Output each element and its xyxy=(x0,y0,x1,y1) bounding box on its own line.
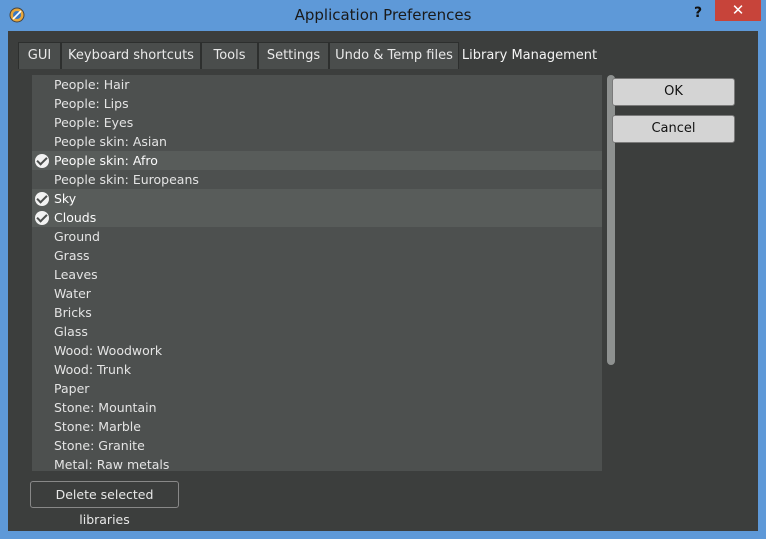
library-item-label: Stone: Granite xyxy=(54,438,145,453)
library-item-label: People skin: Asian xyxy=(54,134,167,149)
library-item[interactable]: Grass xyxy=(32,246,602,265)
library-item[interactable]: Clouds xyxy=(32,208,602,227)
library-item[interactable]: People skin: Asian xyxy=(32,132,602,151)
library-item-label: Sky xyxy=(54,191,77,206)
library-item-label: Stone: Mountain xyxy=(54,400,157,415)
library-list[interactable]: People: Hair People: Lips People: Eyes Peop… xyxy=(32,75,602,471)
library-item[interactable]: People: Hair xyxy=(32,75,602,94)
library-item[interactable]: Leaves xyxy=(32,265,602,284)
window-title: Application Preferences xyxy=(294,6,472,24)
library-item[interactable]: People: Eyes xyxy=(32,113,602,132)
tab-tools[interactable]: Tools xyxy=(201,42,258,69)
library-item-label: Glass xyxy=(54,324,88,339)
help-button[interactable]: ? xyxy=(686,3,710,23)
library-item[interactable]: Stone: Granite xyxy=(32,436,602,455)
library-item-label: People: Hair xyxy=(54,77,130,92)
dialog-body: GUI Keyboard shortcuts Tools Settings Un… xyxy=(8,31,758,531)
library-item[interactable]: Stone: Marble xyxy=(32,417,602,436)
library-item[interactable]: Wood: Woodwork xyxy=(32,341,602,360)
close-button[interactable]: ✕ xyxy=(715,0,761,21)
library-item-label: Wood: Trunk xyxy=(54,362,132,377)
library-item[interactable]: Water xyxy=(32,284,602,303)
library-item[interactable]: Sky xyxy=(32,189,602,208)
library-item-label: Water xyxy=(54,286,91,301)
preferences-window: Application Preferences ? ✕ GUI Keyboard… xyxy=(0,0,766,539)
library-item-label: Stone: Marble xyxy=(54,419,141,434)
library-item-label: Ground xyxy=(54,229,100,244)
checkmark-icon[interactable] xyxy=(35,192,49,206)
library-item[interactable]: People: Lips xyxy=(32,94,602,113)
library-item[interactable]: Bricks xyxy=(32,303,602,322)
library-item-label: Grass xyxy=(54,248,90,263)
delete-selected-libraries-button[interactable]: Delete selected libraries xyxy=(30,481,179,527)
library-item-label: Wood: Woodwork xyxy=(54,343,163,358)
library-item-label: People: Lips xyxy=(54,96,129,111)
library-item[interactable]: Paper xyxy=(32,379,602,398)
library-item-label: Clouds xyxy=(54,210,97,225)
library-item-label: Metal: Raw metals xyxy=(54,457,170,471)
library-item[interactable]: Glass xyxy=(32,322,602,341)
library-item-label: Bricks xyxy=(54,305,92,320)
library-item[interactable]: Wood: Trunk xyxy=(32,360,602,379)
tab-gui[interactable]: GUI xyxy=(18,42,61,69)
library-item-label: People skin: Afro xyxy=(54,153,158,168)
library-item[interactable]: Ground xyxy=(32,227,602,246)
cancel-button[interactable]: Cancel xyxy=(612,115,735,143)
library-item[interactable]: People skin: Europeans xyxy=(32,170,602,189)
tab-keyboard-shortcuts[interactable]: Keyboard shortcuts xyxy=(61,42,201,69)
tab-undo-temp-files[interactable]: Undo & Temp files xyxy=(329,42,459,69)
library-item-label: Leaves xyxy=(54,267,98,282)
library-item-label: People skin: Europeans xyxy=(54,172,199,187)
library-item-label: People: Eyes xyxy=(54,115,134,130)
library-item-label: Paper xyxy=(54,381,90,396)
checkmark-icon[interactable] xyxy=(35,154,49,168)
library-item[interactable]: People skin: Afro xyxy=(32,151,602,170)
ok-button[interactable]: OK xyxy=(612,78,735,106)
tab-settings[interactable]: Settings xyxy=(258,42,329,69)
library-panel: People: Hair People: Lips People: Eyes Peop… xyxy=(22,69,615,501)
checkmark-icon[interactable] xyxy=(35,211,49,225)
library-item[interactable]: Metal: Raw metals xyxy=(32,455,602,471)
tab-library-management[interactable]: Library Management xyxy=(459,42,600,69)
title-bar: Application Preferences ? ✕ xyxy=(0,0,766,31)
library-item[interactable]: Stone: Mountain xyxy=(32,398,602,417)
